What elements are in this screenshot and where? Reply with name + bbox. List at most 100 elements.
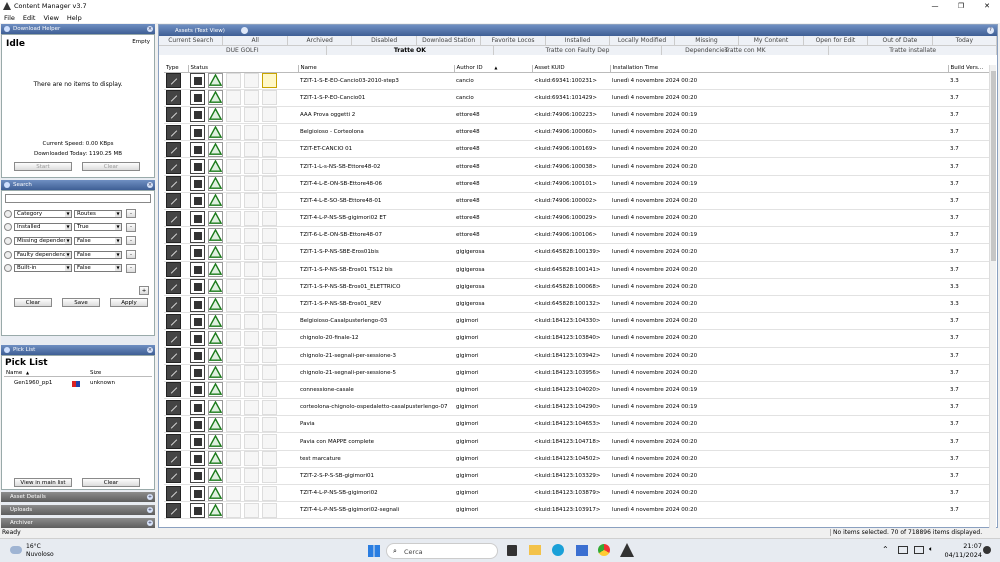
table-row[interactable]: TZIT-4-L-E-ON-SB-Ettore48-06 ettore48 <kui… [164, 175, 990, 193]
column-installation-time[interactable]: Installation Time [610, 65, 949, 73]
menu-help[interactable]: Help [63, 14, 86, 22]
menu-view[interactable]: View [39, 14, 62, 22]
table-row[interactable]: TZIT-1-S-P-NS-SB-Eros01 TS12 bis gigigero… [164, 261, 990, 279]
column-name[interactable]: Name [298, 65, 455, 73]
tab-archived[interactable]: Archived [288, 36, 353, 45]
menu-edit[interactable]: Edit [19, 14, 40, 22]
filter-toggle-icon[interactable] [4, 223, 12, 232]
filter-toggle-icon[interactable] [4, 250, 12, 259]
clock-time[interactable]: 21:07 [952, 542, 982, 550]
column-build-version[interactable]: Build Vers... [948, 65, 991, 73]
menu-file[interactable]: File [0, 14, 19, 22]
content-manager-icon[interactable] [620, 543, 634, 557]
tab-locally-modified[interactable]: Locally Modified [610, 36, 675, 45]
table-row[interactable]: TZIT-1-L-s-NS-SB-Ettore48-02 ettore48 <kui… [164, 157, 990, 176]
taskbar-search[interactable]: ⌕ Cerca [386, 543, 498, 559]
scrollbar-thumb[interactable] [991, 71, 996, 261]
notification-icon[interactable] [983, 546, 991, 554]
table-row[interactable]: TZIT-4-L-P-NS-SB-gigimori02 gigimori <kuid… [164, 484, 990, 503]
tab-favorite-locos[interactable]: Favorite Locos [481, 36, 546, 45]
filter-toggle-icon[interactable] [4, 209, 12, 218]
volume-icon[interactable]: 🔈︎ [929, 545, 933, 554]
table-row[interactable]: TZIT-1-S-P-NS-SB-Eros01_REV gigigerosa <ku… [164, 295, 990, 314]
edge-icon[interactable] [552, 544, 564, 556]
tab-disabled[interactable]: Disabled [352, 36, 417, 45]
close-button[interactable]: ✕ [974, 0, 1000, 12]
remove-filter-button[interactable]: - [126, 250, 136, 260]
clock-date[interactable]: 04/11/2024 [944, 551, 982, 559]
tab-out-of-date[interactable]: Out of Date [868, 36, 933, 45]
archiver-header[interactable]: Archiver + [1, 518, 155, 528]
uploads-header[interactable]: Uploads + [1, 505, 155, 515]
tab-due-golfi[interactable]: DUE GOLFI [159, 46, 327, 55]
help-icon[interactable]: ? [987, 27, 994, 34]
filter-value-select[interactable]: Routes ▼ [74, 209, 122, 218]
tab-tratte-installate[interactable]: Tratte installate [829, 46, 997, 55]
network-icon[interactable] [898, 546, 908, 554]
vertical-scrollbar[interactable] [989, 65, 996, 543]
close-icon[interactable]: × [147, 26, 153, 32]
filter-value-select[interactable]: False ▼ [74, 250, 122, 259]
tab-all[interactable]: All [223, 36, 288, 45]
task-view-icon[interactable] [507, 545, 517, 556]
expand-icon[interactable]: + [147, 507, 153, 513]
filter-value-select[interactable]: True ▼ [74, 223, 122, 232]
column-name[interactable]: Name [6, 370, 22, 376]
column-size[interactable]: Size [90, 370, 101, 376]
table-row[interactable]: Pavia gigimori <kuid:184123:104653> lunedì … [164, 415, 990, 434]
minimize-button[interactable]: — [922, 0, 948, 12]
table-row[interactable]: TZIT-4-L-E-SO-SB-Ettore48-01 ettore48 <kui… [164, 192, 990, 211]
filter-toggle-icon[interactable] [4, 236, 12, 245]
table-row[interactable]: chignolo-21-segnali-per-sessione-3 gigimo… [164, 347, 990, 365]
table-row[interactable]: chignolo-20-finale-12 gigimori <kuid:18412… [164, 329, 990, 348]
table-row[interactable]: TZIT-1-S-P-EO-Cancio01 cancio <kuid:69341:… [164, 89, 990, 107]
list-item[interactable]: Gen1960_pp1 unknown [4, 380, 152, 388]
save-search-button[interactable]: Save [62, 298, 100, 307]
remove-filter-button[interactable]: - [126, 222, 136, 232]
clear-search-button[interactable]: Clear [14, 298, 52, 307]
remove-filter-button[interactable]: - [126, 209, 136, 219]
download-helper-header[interactable]: Download Helper × [1, 24, 155, 34]
table-row[interactable]: TZIT-6-L-E-ON-SB-Ettore48-07 ettore48 <kui… [164, 226, 990, 245]
filter-field-select[interactable]: Category ▼ [14, 209, 72, 218]
apply-search-button[interactable]: Apply [110, 298, 148, 307]
table-row[interactable]: test marcature gigimori <kuid:184123:10450… [164, 450, 990, 468]
close-icon[interactable]: × [147, 347, 153, 353]
tab-tratte-ok[interactable]: Tratte OK [327, 46, 495, 55]
remove-filter-button[interactable]: - [126, 263, 136, 273]
filter-field-select[interactable]: Faulty dependenci ▼ [14, 250, 72, 259]
weather-widget[interactable]: 16°C Nuvoloso [8, 542, 68, 560]
filter-toggle-icon[interactable] [4, 264, 12, 273]
close-icon[interactable]: × [147, 182, 153, 188]
clear-download-button[interactable]: Clear [82, 162, 140, 171]
table-row[interactable]: AAA Prova oggetti 2 ettore48 <kuid:74906:1… [164, 106, 990, 125]
store-icon[interactable] [576, 545, 588, 556]
remove-filter-button[interactable]: - [126, 236, 136, 246]
filter-field-select[interactable]: Missing dependenc ▼ [14, 236, 72, 245]
column-type[interactable]: Type [164, 65, 189, 73]
table-row[interactable]: TZIT-1-S-E-EO-Cancio03-2010-step3 cancio <… [164, 72, 990, 90]
start-button[interactable]: Start [14, 162, 72, 171]
table-row[interactable]: corteolona-chignolo-ospedaletto-casalpus… [164, 398, 990, 417]
clear-pick-list-button[interactable]: Clear [82, 478, 140, 487]
tab-my-content[interactable]: My Content [739, 36, 804, 45]
file-explorer-icon[interactable] [529, 545, 541, 555]
table-row[interactable]: TZIT-4-L-P-NS-SB-gigimori02-segnali gigim… [164, 501, 990, 520]
column-asset-kuid[interactable]: Asset KUID [532, 65, 611, 73]
tab-download-station[interactable]: Download Station [417, 36, 482, 45]
table-row[interactable]: TZIT-1-S-P-NS-SBE-Eros01bis gigigerosa <ku… [164, 243, 990, 262]
add-filter-button[interactable]: + [139, 286, 149, 295]
tab-open-for-edit[interactable]: Open for Edit [804, 36, 869, 45]
tab-missing-dependencies[interactable]: Missing Dependencies [675, 36, 740, 54]
table-row[interactable]: Belgioioso - Corteolona ettore48 <kuid:749… [164, 123, 990, 142]
table-row[interactable]: Belgioioso-Casalpusterlengo-03 gigimori <k… [164, 312, 990, 331]
column-status[interactable]: Status [188, 65, 299, 73]
filter-value-select[interactable]: False ▼ [74, 264, 122, 273]
table-row[interactable]: TZIT-2-S-P-S-SB-gigimori01 gigimori <kuid:… [164, 467, 990, 486]
search-input[interactable] [5, 194, 151, 203]
chevron-up-icon[interactable]: ⌃ [882, 545, 889, 554]
table-row[interactable]: TZIT-ET-CANCIO 01 ettore48 <kuid:74906:100… [164, 140, 990, 159]
search-header[interactable]: Search × [1, 180, 155, 190]
display-icon[interactable] [914, 546, 924, 554]
pick-list-header[interactable]: Pick List × [1, 345, 155, 355]
